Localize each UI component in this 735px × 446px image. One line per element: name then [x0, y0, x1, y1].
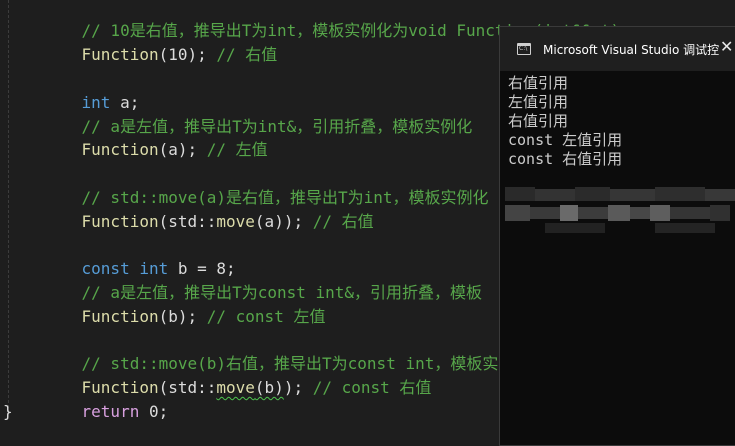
- code-text: 0;: [139, 402, 169, 421]
- code-line: // a是左值，推导出T为const int&，引用折叠，模板: [43, 260, 483, 302]
- code-line: // 10是右值，推导出T为int，模板实例化为void Function(in…: [43, 0, 621, 40]
- console-output-line: 右值引用: [508, 112, 569, 130]
- code-line: Function(std::move(a)); // 右值: [43, 189, 374, 231]
- console-output-line: 左值引用: [508, 93, 569, 111]
- code-line: // a是左值，推导出T为int&，引用折叠，模板实例化: [43, 94, 473, 136]
- code-text: (std::: [158, 212, 217, 231]
- code-text: (a);: [158, 140, 198, 159]
- code-line: const int b = 8;: [43, 236, 236, 278]
- code-text: (b): [254, 378, 284, 397]
- function-name: move: [216, 378, 255, 397]
- console-output-line: const 左值引用: [508, 131, 623, 149]
- closing-brace: }: [3, 402, 13, 421]
- console-window[interactable]: C:\ Microsoft Visual Studio 调试控 ✕ 右值引用 左…: [499, 26, 735, 446]
- function-name: Function: [81, 140, 159, 159]
- code-text: (b);: [158, 307, 198, 326]
- code-line: Function(10); // 右值: [43, 22, 278, 64]
- code-text: (a));: [254, 212, 304, 231]
- code-comment: // 左值: [197, 140, 268, 159]
- code-comment: // const 右值: [303, 378, 432, 397]
- console-app-icon: C:\: [517, 43, 531, 55]
- code-comment: // const 左值: [197, 307, 326, 326]
- code-text: (10);: [158, 45, 207, 64]
- function-name: Function: [81, 212, 159, 231]
- function-name: Function: [81, 45, 159, 64]
- console-title: Microsoft Visual Studio 调试控: [543, 43, 720, 57]
- code-line: // std::move(a)是右值，推导出T为int，模板实例化: [43, 165, 489, 207]
- indent-guide: [8, 0, 9, 413]
- code-line: // std::move(b)右值，推导出T为const int，模板实: [43, 331, 499, 373]
- code-comment: // 右值: [303, 212, 374, 231]
- console-titlebar[interactable]: C:\ Microsoft Visual Studio 调试控 ✕: [500, 27, 735, 71]
- close-icon[interactable]: ✕: [720, 37, 733, 56]
- code-line: Function(std::move(b)); // const 右值: [43, 355, 432, 397]
- console-output-line: const 右值引用: [508, 150, 623, 168]
- blurred-text: [505, 187, 735, 233]
- keyword: return: [81, 402, 140, 421]
- code-line: int a;: [43, 70, 140, 112]
- code-line: return 0;: [43, 379, 169, 421]
- console-output-line: 右值引用: [508, 74, 569, 92]
- code-line: Function(a); // 左值: [43, 117, 268, 159]
- function-name: move: [216, 212, 255, 231]
- function-name: Function: [81, 307, 159, 326]
- code-text: );: [283, 378, 304, 397]
- code-comment: // 右值: [206, 45, 278, 64]
- code-line: Function(b); // const 左值: [43, 284, 326, 326]
